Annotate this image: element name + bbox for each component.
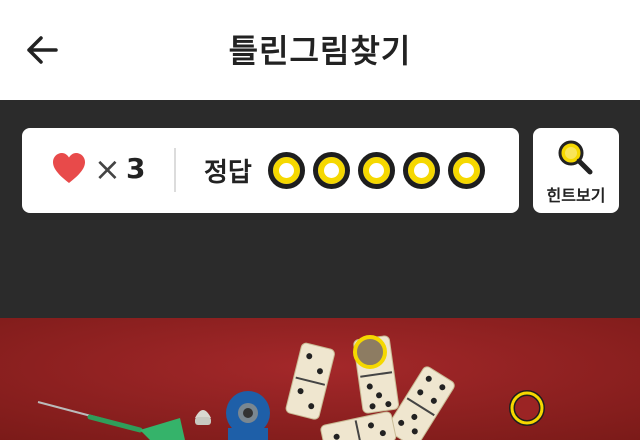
answer-ring-3 [358,152,395,189]
magnifier-icon [558,140,593,175]
fidget-spinner [226,391,270,440]
found-marker [353,335,387,369]
answer-ring-2 [313,152,350,189]
puzzle-image[interactable] [0,318,640,440]
top-bar: 틀린그림찾기 [0,0,640,100]
hint-label: 힌트보기 [546,186,606,205]
answer-label: 정답 [204,158,252,188]
answer-ring-1 [268,152,305,189]
lives-count: 3 [126,152,146,185]
divider [174,148,176,192]
answer-ring-5 [448,152,485,189]
page-title: 틀린그림찾기 [228,32,412,70]
puzzle-illustration [0,318,640,440]
hint-button[interactable]: 힌트보기 [533,128,619,213]
answer-ring-4 [403,152,440,189]
multiply-sign: × [94,150,121,188]
status-card: × 3 정답 [22,128,519,213]
heart-icon [53,153,85,183]
answer-progress [268,152,485,189]
